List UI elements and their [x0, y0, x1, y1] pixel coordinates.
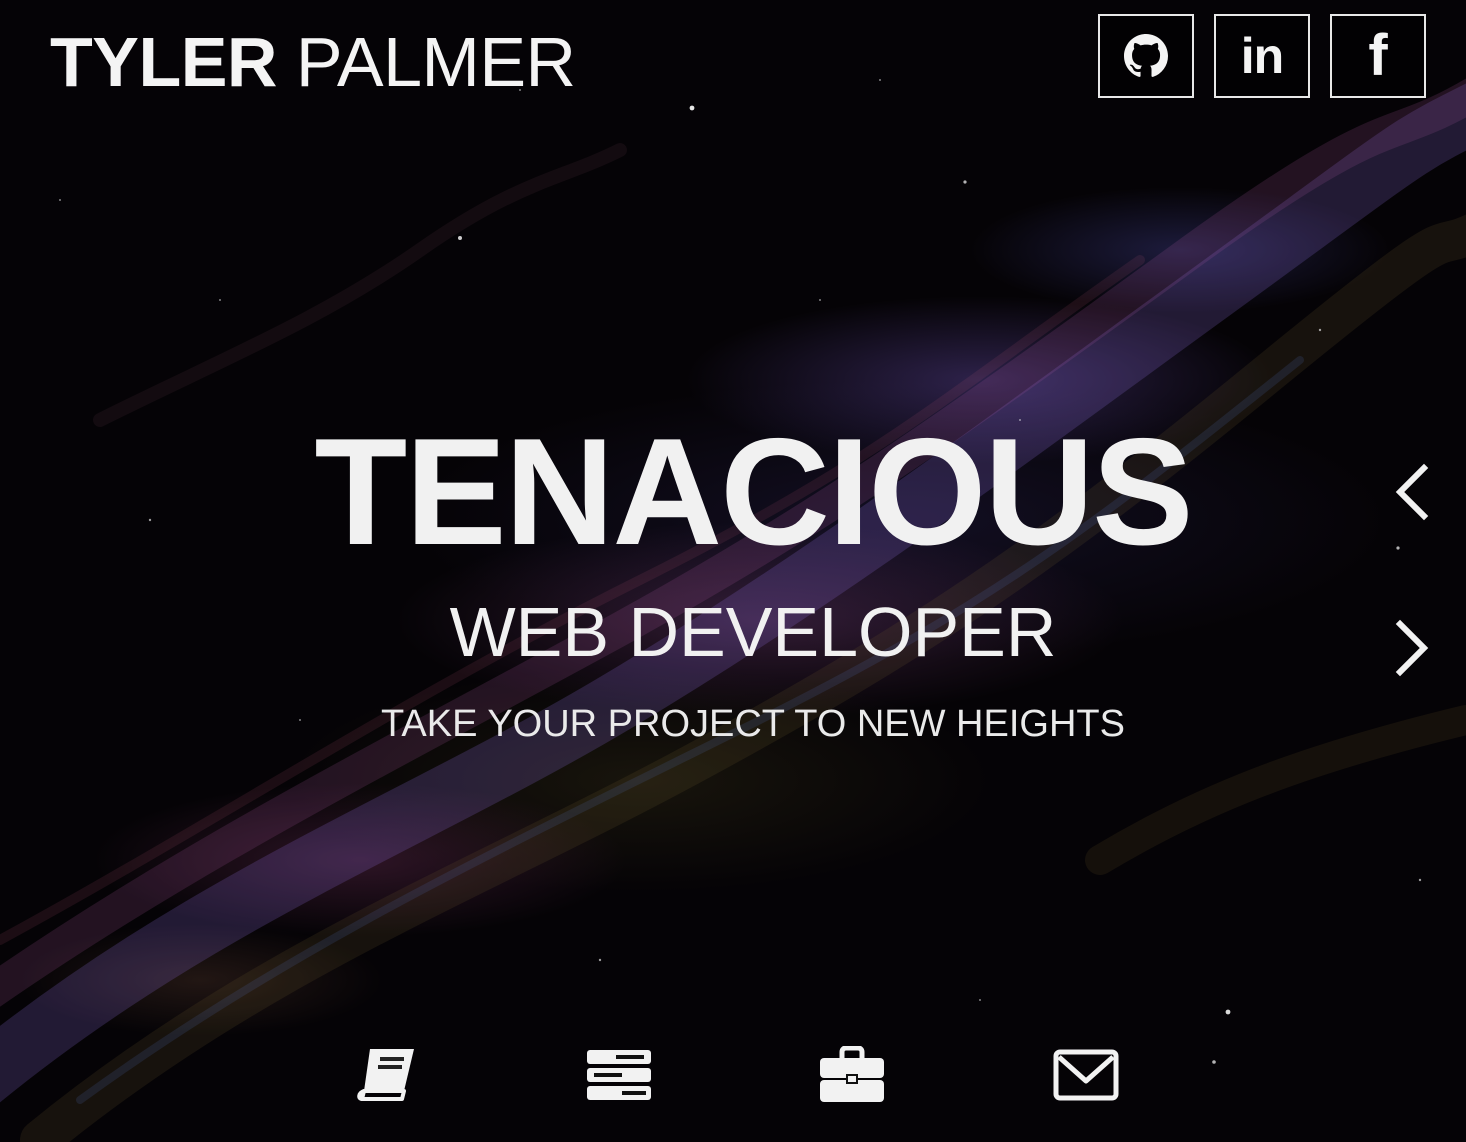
brand-first-name: TYLER [50, 23, 277, 101]
briefcase-icon [820, 1046, 884, 1102]
chevron-left-icon [1395, 463, 1429, 521]
bottom-nav [0, 1040, 1466, 1120]
linkedin-icon: in [1240, 28, 1284, 84]
chevron-right-icon [1395, 619, 1429, 677]
nav-contact-button[interactable] [1046, 1040, 1126, 1110]
server-stack-icon [587, 1050, 651, 1100]
brand-last-name: PALMER [295, 23, 576, 101]
linkedin-button[interactable]: in [1214, 14, 1310, 98]
nav-portfolio-button[interactable] [812, 1040, 892, 1110]
envelope-icon [1053, 1049, 1119, 1101]
page: TYLER PALMER in f TENACIOUS WEB DEVELOPE… [0, 0, 1466, 1142]
facebook-icon: f [1368, 23, 1388, 88]
nav-skills-button[interactable] [579, 1040, 659, 1110]
hero-tagline: TAKE YOUR PROJECT TO NEW HEIGHTS [381, 703, 1125, 745]
github-button[interactable] [1098, 14, 1194, 98]
book-icon [357, 1049, 414, 1101]
hero-subtitle: WEB DEVELOPER [449, 593, 1057, 671]
github-icon [1124, 34, 1168, 77]
carousel-prev-button[interactable] [1392, 462, 1432, 522]
social-links: in f [1098, 14, 1426, 98]
carousel-next-button[interactable] [1392, 618, 1432, 678]
hero-title: TENACIOUS [314, 407, 1193, 577]
facebook-button[interactable]: f [1330, 14, 1426, 98]
nav-about-button[interactable] [348, 1040, 428, 1110]
site-title[interactable]: TYLER PALMER [50, 24, 576, 100]
